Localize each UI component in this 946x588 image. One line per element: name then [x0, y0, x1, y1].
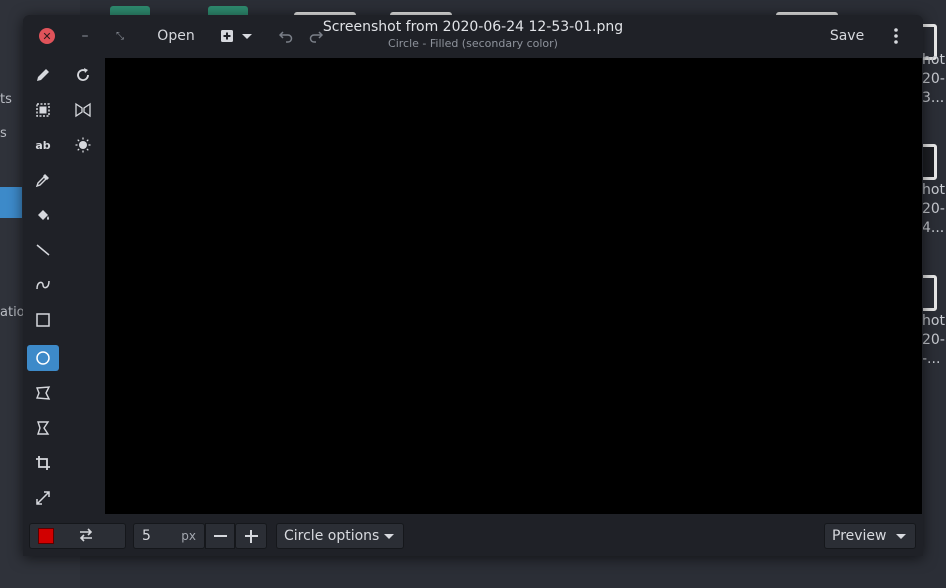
- rotate-tool[interactable]: [67, 62, 99, 88]
- rectangle-icon: [36, 313, 50, 327]
- pencil-tool[interactable]: [27, 62, 59, 88]
- text-icon: ab: [35, 138, 51, 152]
- color-picker-icon: [35, 174, 49, 188]
- paint-bucket-icon: [38, 210, 49, 220]
- line-icon: [36, 244, 50, 256]
- pencil-icon: [37, 69, 49, 81]
- headerbar: ✕ – ⤡ Open Screenshot from 2020-06-24 12…: [23, 15, 923, 57]
- line-tool[interactable]: [27, 237, 59, 263]
- rotate-icon: [77, 68, 89, 81]
- plus-icon: [244, 529, 258, 543]
- primary-color-button[interactable]: [38, 528, 54, 544]
- crop-icon: [36, 456, 50, 470]
- tool-size-field[interactable]: 5 px: [133, 523, 205, 549]
- color-picker-tool[interactable]: [27, 167, 59, 193]
- main-menu-button[interactable]: [887, 24, 905, 48]
- filters-icon: [75, 137, 91, 153]
- color-selector: [29, 523, 126, 549]
- options-bar: 5 px Circle options Preview: [23, 514, 923, 556]
- tool-options-label: Circle options: [284, 528, 380, 544]
- chevron-down-icon: [896, 533, 906, 539]
- save-button-label: Save: [829, 28, 865, 44]
- circle-tool[interactable]: [27, 345, 59, 371]
- background-file-label: hot 20- 3...: [922, 52, 945, 106]
- curve-tool[interactable]: [27, 272, 59, 298]
- minus-icon: [213, 535, 227, 537]
- exchange-arrows-icon: [79, 527, 93, 542]
- filters-tool[interactable]: [67, 132, 99, 158]
- tool-size-unit: px: [181, 529, 196, 543]
- rectangle-tool[interactable]: [27, 307, 59, 333]
- circle-icon: [36, 351, 50, 365]
- crop-tool[interactable]: [27, 450, 59, 476]
- preview-menu-button[interactable]: Preview: [824, 523, 916, 549]
- tool-size-value[interactable]: 5: [142, 528, 151, 544]
- chevron-down-icon: [384, 533, 394, 539]
- vertical-dots-icon: [894, 28, 898, 44]
- rect-select-tool[interactable]: [27, 97, 59, 123]
- exchange-colors-button[interactable]: [78, 527, 94, 546]
- tools-panel: ab: [23, 57, 105, 514]
- curve-icon: [36, 280, 50, 290]
- window-title: Screenshot from 2020-06-24 12-53-01.png: [322, 19, 624, 35]
- background-file-label: hot 20- -...: [922, 313, 945, 367]
- scale-tool[interactable]: [27, 485, 59, 511]
- window-subtitle: Circle - Filled (secondary color): [388, 37, 558, 50]
- preview-label: Preview: [832, 528, 887, 544]
- free-shape-tool[interactable]: [27, 380, 59, 406]
- background-sidebar-item: ts: [0, 92, 12, 107]
- polygon-icon: [37, 421, 50, 435]
- background-file-label: hot 20- 4...: [922, 182, 945, 236]
- background-sidebar-selection: [0, 187, 22, 218]
- flip-tool[interactable]: [67, 97, 99, 123]
- tool-options-menu-button[interactable]: Circle options: [276, 523, 404, 549]
- size-decrease-button[interactable]: [205, 523, 235, 549]
- scale-icon: [36, 491, 50, 505]
- free-shape-icon: [35, 386, 51, 400]
- background-sidebar-item: atio: [0, 305, 25, 320]
- text-tool[interactable]: ab: [27, 132, 59, 158]
- drawing-canvas[interactable]: [105, 58, 922, 514]
- polygon-tool[interactable]: [27, 415, 59, 441]
- drawing-app-window: ✕ – ⤡ Open Screenshot from 2020-06-24 12…: [23, 15, 923, 556]
- save-button[interactable]: Save: [823, 24, 871, 48]
- size-increase-button[interactable]: [235, 523, 267, 549]
- flip-icon: [75, 102, 91, 118]
- paint-bucket-tool[interactable]: [27, 202, 59, 228]
- window-title-area: Screenshot from 2020-06-24 12-53-01.png …: [23, 19, 923, 50]
- background-sidebar-item: s: [0, 126, 7, 141]
- select-rect-icon: [36, 103, 50, 117]
